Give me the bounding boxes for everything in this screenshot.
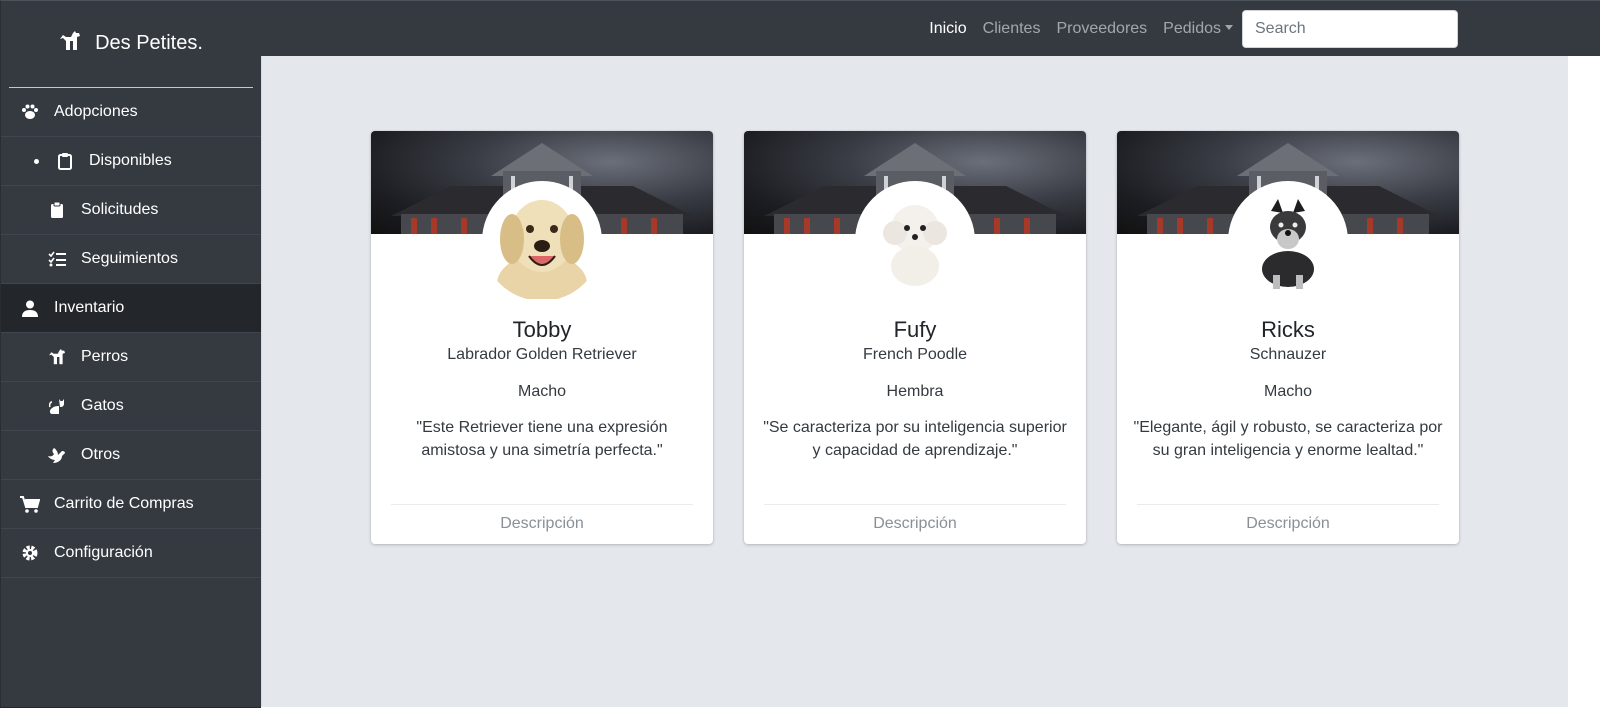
sidebar: Des Petites. Adopciones Disponibles Soli… [0,0,261,721]
sidebar-item-label: Carrito de Compras [54,495,194,512]
sidebar-item-gatos[interactable]: Gatos [1,382,261,431]
sidebar-item-configuracion[interactable]: Configuración [1,529,261,578]
sidebar-item-label: Configuración [54,544,153,561]
brand[interactable]: Des Petites. [9,1,253,88]
pet-sex: Macho [517,383,567,400]
nav-pedidos-dropdown[interactable]: Pedidos [1155,20,1241,38]
user-icon [20,298,40,318]
golden-retriever-image [497,199,587,299]
description-link[interactable]: Descripción [764,504,1066,533]
gear-icon [20,543,40,563]
sidebar-item-label: Otros [81,446,121,463]
sidebar-item-disponibles[interactable]: Disponibles [1,137,261,186]
sidebar-item-otros[interactable]: Otros [1,431,261,480]
pet-description: "Elegante, ágil y robusto, se caracteriz… [1133,419,1443,459]
pet-name: Tobby [512,317,572,342]
schnauzer-image [1262,199,1314,289]
sidebar-item-label: Seguimientos [81,250,178,267]
sidebar-item-seguimientos[interactable]: Seguimientos [1,235,261,284]
pet-sex: Macho [1263,383,1313,400]
pet-name: Fufy [893,317,937,342]
page-edge [1568,56,1600,707]
pet-card: Ricks Schnauzer Macho "Elegante, ágil y … [1117,131,1459,544]
card-list: Tobby Labrador Golden Retriever Macho "E… [371,131,1459,544]
poodle-image [883,205,947,286]
sidebar-item-label: Adopciones [54,103,138,120]
paw-icon [20,102,40,122]
page-bottom-edge [0,707,1600,721]
sidebar-item-label: Perros [81,348,129,365]
card-body: Ricks Schnauzer Macho "Elegante, ágil y … [1117,316,1459,462]
pet-breed: Schnauzer [1249,346,1327,363]
description-link[interactable]: Descripción [391,504,693,533]
pet-sex: Hembra [886,383,944,400]
pet-name: Ricks [1261,317,1315,342]
card-body: Fufy French Poodle Hembra "Se caracteriz… [744,316,1086,462]
top-navbar: Inicio Clientes Proveedores Pedidos [261,0,1600,56]
pet-description: "Se caracteriza por su inteligencia supe… [763,419,1067,459]
dog-icon [47,347,67,367]
sidebar-item-label: Disponibles [89,152,172,169]
sidebar-item-adopciones[interactable]: Adopciones [1,88,261,137]
main-content: Tobby Labrador Golden Retriever Macho "E… [261,56,1568,707]
nav-clientes[interactable]: Clientes [975,20,1049,38]
nav-proveedores[interactable]: Proveedores [1048,20,1155,38]
tasks-icon [47,249,67,269]
cat-icon [47,396,67,416]
dog-icon [59,30,81,56]
pet-avatar[interactable] [1228,181,1348,301]
sidebar-item-inventario[interactable]: Inventario [1,284,261,333]
clipboard-icon [55,151,75,171]
search-input[interactable] [1242,9,1458,48]
bullet-icon [34,158,39,164]
sidebar-item-solicitudes[interactable]: Solicitudes [1,186,261,235]
pet-avatar[interactable] [482,181,602,301]
sidebar-item-perros[interactable]: Perros [1,333,261,382]
nav-inicio[interactable]: Inicio [921,20,974,38]
pet-avatar[interactable] [855,181,975,301]
description-link[interactable]: Descripción [1137,504,1439,533]
cart-icon [20,494,40,514]
pet-breed: French Poodle [862,346,968,363]
sidebar-item-label: Gatos [81,397,124,414]
brand-name: Des Petites. [95,31,203,54]
pet-description: "Este Retriever tiene una expresión amis… [416,419,668,459]
sidebar-item-carrito[interactable]: Carrito de Compras [1,480,261,529]
pet-breed: Labrador Golden Retriever [447,346,637,363]
card-body: Tobby Labrador Golden Retriever Macho "E… [371,316,713,462]
sidebar-item-label: Inventario [54,299,125,316]
sidebar-menu: Adopciones Disponibles Solicitudes Segui… [1,88,261,578]
nav-pedidos-label: Pedidos [1163,19,1221,37]
caret-down-icon [1225,24,1233,30]
pet-card: Tobby Labrador Golden Retriever Macho "E… [371,131,713,544]
dove-icon [47,445,67,465]
pet-card: Fufy French Poodle Hembra "Se caracteriz… [744,131,1086,544]
clipboard-icon [47,200,67,220]
sidebar-item-label: Solicitudes [81,201,159,218]
